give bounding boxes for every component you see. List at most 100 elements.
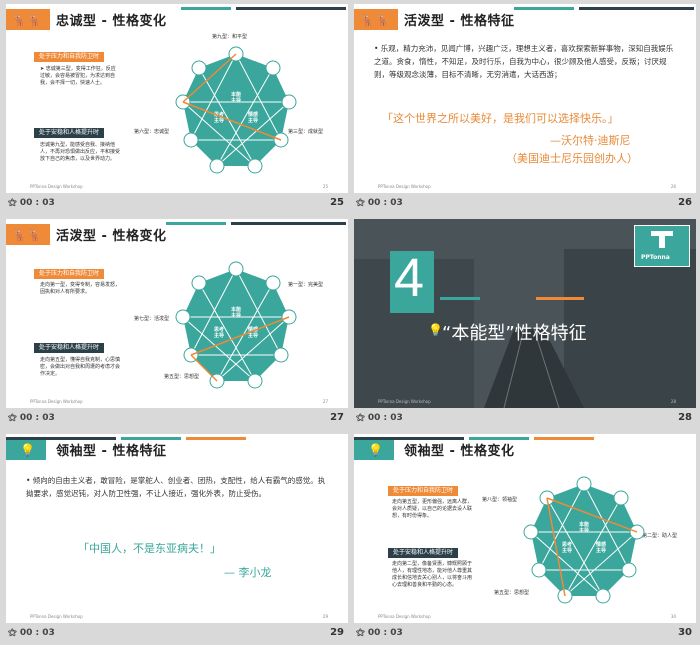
accent-bar (514, 7, 574, 10)
brand-badge: PPTonna (634, 225, 690, 267)
type-label-top: 第八型：领袖型 (482, 497, 518, 503)
lightbulb-icon: 💡 (428, 323, 443, 337)
wheel-text: 思考 (562, 541, 572, 548)
accent-bar (181, 7, 231, 10)
slide-header: 🦌🦌 忠诚型 - 性格变化 (6, 4, 348, 34)
accent-bar (579, 7, 694, 10)
slide-page-number: 28 (670, 399, 676, 404)
thumbnail-meta: ⚝ 00 : 03 30 (354, 625, 696, 643)
accent-bar (6, 437, 116, 440)
slide-header: 🦌🦌 活泼型 - 性格变化 (6, 219, 348, 249)
slide-page-number: 26 (670, 184, 676, 189)
reindeer-logo-icon: 🦌🦌 (6, 9, 50, 30)
quote-text: 「中国人，不是东亚病夫！」 (78, 542, 221, 555)
wheel-text: 主导 (231, 312, 241, 319)
slide-number: 28 (678, 412, 692, 423)
thumbnail-meta: ⚝ 00 : 03 29 (6, 625, 348, 643)
slide-footer: PPTonna Design Workshop (30, 614, 83, 619)
slide-title: 忠诚型 - 性格变化 (56, 14, 167, 29)
stress-note: ➤ 忠诚第三型，变得工作狂，反应过敏，会容易被冒犯，为求达到自我，会不择一切，快… (40, 66, 116, 86)
wheel-text: 思考 (214, 326, 224, 333)
accent-bar (469, 437, 529, 440)
slide-body: • 倾向的自由主义者，敢冒险，是掌舵人、创业者、团热，支配性，给人有霸气的感觉。… (26, 476, 326, 498)
wheel-text: 主导 (214, 332, 224, 339)
wheel-text: 本能 (230, 306, 241, 313)
svg-text:🦌🦌: 🦌🦌 (12, 228, 42, 242)
slide-footer: PPTonna Design Workshop (378, 399, 431, 404)
slide-page-number: 29 (322, 614, 328, 619)
slide-timing: ⚝ 00 : 03 (8, 413, 55, 423)
quote-author: — 李小龙 (224, 566, 272, 579)
accent-bar (236, 7, 346, 10)
slide-canvas: 💡 领袖型 - 性格变化 处于压力和自我防卫时 走向第五型，更形偏强，远离人群，… (354, 434, 696, 623)
slide-number: 29 (330, 627, 344, 638)
lightbulb-icon: 💡 (354, 439, 394, 460)
slide-footer: PPTonna Design Workshop (378, 614, 431, 619)
lightbulb-icon: 💡 (6, 439, 46, 460)
wheel-text: 主导 (231, 97, 241, 104)
accent-bar (186, 437, 246, 440)
slide-title: 活泼型 - 性格变化 (56, 229, 167, 244)
timing-text: 00 : 03 (367, 198, 403, 208)
slide-canvas: 🦌🦌 活泼型 - 性格变化 处于压力和自我防卫时 走向第一型，变得专制，容易发怒… (6, 219, 348, 408)
slide-number: 26 (678, 197, 692, 208)
slide-page-number: 25 (322, 184, 328, 189)
timing-text: 00 : 03 (19, 198, 55, 208)
enneagram-wheel: 本能 主导 思考 主导 情感 主导 (175, 46, 297, 174)
slide-footer: PPTonna Design Workshop (30, 399, 83, 404)
growth-label: 处于安稳和人格提升时 (388, 548, 459, 558)
wheel-text: 情感 (595, 541, 606, 548)
enneagram-wheel: 本能 主导 思考 主导 情感 主导 (523, 476, 645, 604)
growth-note: 忠诚第九型，能感受自我、接纳他人，不再对恐惧做出反应，平和接受放下自己的焦虑，以… (40, 142, 121, 162)
slide-timing: ⚝ 00 : 03 (356, 198, 403, 208)
wheel-text: 本能 (578, 521, 589, 528)
slide-timing: ⚝ 00 : 03 (8, 628, 55, 638)
stress-label: 处于压力和自我防卫时 (34, 52, 105, 62)
slide-page-number: 27 (322, 399, 328, 404)
stress-label: 处于压力和自我防卫时 (388, 486, 459, 496)
growth-note: 走向第五型，懂得自我克制，心思慎密，会做出对自我和周遭的考虑才会作决定。 (40, 357, 121, 377)
brand-name: PPTonna (641, 254, 670, 261)
slide-title: 活泼型 - 性格特征 (404, 14, 515, 29)
growth-note: 走向第二型，像备贤惠，慷慨照顾于他人，有理性地态，能对他人尊重其成长和信地去关心… (392, 561, 473, 588)
wheel-text: 主导 (248, 117, 258, 124)
slide-canvas: 💡 领袖型 - 性格特征 • 倾向的自由主义者，敢冒险，是掌舵人、创业者、团热，… (6, 434, 348, 623)
wheel-text: 主导 (596, 547, 606, 554)
accent-bar (534, 437, 594, 440)
svg-text:💡: 💡 (368, 443, 383, 457)
accent-bar (440, 297, 480, 300)
stress-note: 走向第一型，变得专制，容易发怒，固执和对人有所要求。 (40, 282, 121, 295)
thumbnail-meta: ⚝ 00 : 03 26 (354, 195, 696, 213)
wheel-text: 主导 (579, 527, 589, 534)
timing-text: 00 : 03 (19, 413, 55, 423)
accent-bar (166, 222, 226, 225)
wheel-text: 本能 (230, 91, 241, 98)
slide-header: 💡 领袖型 - 性格特征 (6, 434, 348, 464)
thumbnail-meta: ⚝ 00 : 03 25 (6, 195, 348, 213)
timing-text: 00 : 03 (19, 628, 55, 638)
stress-note: 走向第五型，更形偏强，远离人群，会对人质疑，以自己的论据去设人联想，有时份得象。 (392, 499, 473, 519)
quote-author-note: （美国迪士尼乐园创办人） (506, 152, 638, 165)
quote-author: —沃尔特·迪斯尼 (550, 134, 631, 147)
growth-label: 处于安稳和人格提升时 (34, 343, 105, 353)
reindeer-logo-icon: 🦌🦌 (354, 9, 398, 30)
slide-timing: ⚝ 00 : 03 (356, 628, 403, 638)
section-title: “本能型”性格特征 (442, 323, 587, 344)
wheel-text: 主导 (562, 547, 572, 554)
slide-page-number: 30 (670, 614, 676, 619)
accent-bar (231, 222, 346, 225)
slide-canvas: 🦌🦌 活泼型 - 性格特征 • 乐观，精力充沛，见闻广博，兴趣广泛，理想主义者，… (354, 4, 696, 193)
quote-text: 「这个世界之所以美好，是我们可以选择快乐。」 (382, 112, 619, 125)
thumbnail-meta: ⚝ 00 : 03 27 (6, 410, 348, 428)
slide-number: 30 (678, 627, 692, 638)
type-label-top: 第九型：和平型 (212, 34, 248, 40)
enneagram-wheel: 本能 主导 思考 主导 情感 主导 (175, 261, 297, 389)
slide-footer: PPTonna Design Workshop (30, 184, 83, 189)
slide-canvas: 🦌🦌 忠诚型 - 性格变化 处于压力和自我防卫时 ➤ 忠诚第三型，变得工作狂，反… (6, 4, 348, 193)
slide-header: 💡 领袖型 - 性格变化 (354, 434, 696, 464)
type-label-left: 第七型：活泼型 (134, 316, 170, 322)
svg-text:💡: 💡 (20, 443, 35, 457)
timing-text: 00 : 03 (367, 413, 403, 423)
slide-title: 领袖型 - 性格特征 (56, 444, 167, 459)
accent-bar (354, 437, 464, 440)
